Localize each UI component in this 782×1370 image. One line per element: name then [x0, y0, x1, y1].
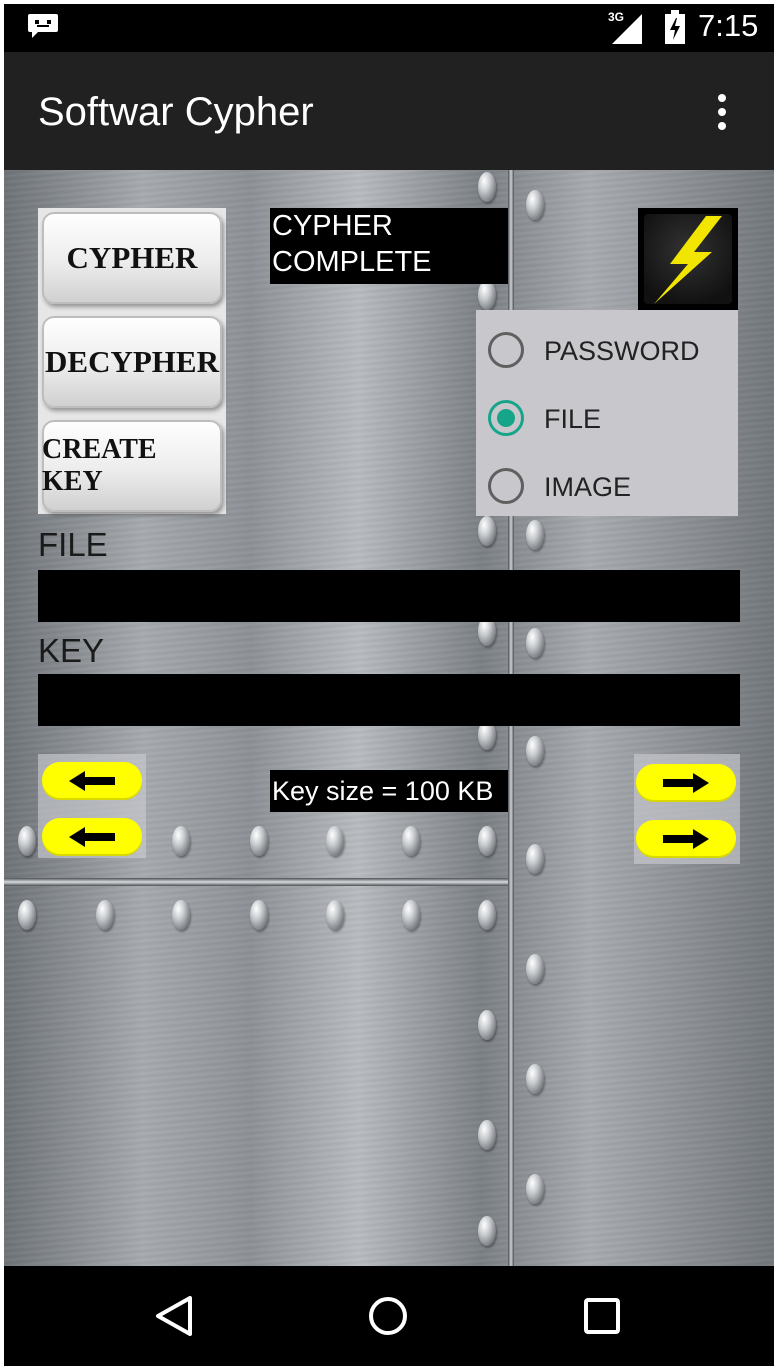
key-size-label: Key size = 100 KB	[270, 770, 508, 812]
radio-circle-checked	[488, 400, 524, 436]
rivet	[326, 900, 344, 930]
rivet	[526, 954, 544, 984]
home-circle-icon[interactable]	[366, 1294, 410, 1338]
rivet	[478, 1120, 496, 1150]
rivet	[526, 1174, 544, 1204]
cypher-button[interactable]: CYPHER	[42, 212, 222, 304]
rivet	[402, 826, 420, 856]
battery-charging-icon	[665, 10, 685, 44]
rivet	[478, 1216, 496, 1246]
rivet	[478, 280, 496, 310]
phone-screen: 3G 7:15 Softwar Cypher CYPHER DECYPHER C…	[4, 4, 774, 1366]
file-prev-button[interactable]	[42, 762, 142, 800]
rivet	[526, 628, 544, 658]
key-next-button[interactable]	[636, 820, 736, 858]
back-triangle-icon[interactable]	[152, 1294, 196, 1338]
horizontal-seam	[4, 878, 508, 886]
rivet	[478, 1010, 496, 1040]
create-key-button[interactable]: CREATE KEY	[42, 420, 222, 512]
file-input[interactable]	[38, 570, 740, 622]
rivet	[478, 826, 496, 856]
rivet	[478, 900, 496, 930]
mode-radio-group: PASSWORD FILE IMAGE	[476, 310, 738, 516]
rivet	[478, 172, 496, 202]
status-line-2: COMPLETE	[272, 246, 432, 278]
radio-label-file: FILE	[544, 404, 602, 434]
app-title: Softwar Cypher	[38, 90, 314, 134]
radio-image[interactable]: IMAGE	[476, 454, 738, 520]
rivet	[172, 900, 190, 930]
rivet	[250, 900, 268, 930]
action-button-panel: CYPHER DECYPHER CREATE KEY	[38, 208, 226, 514]
decypher-button[interactable]: DECYPHER	[42, 316, 222, 408]
status-label: CYPHER COMPLETE	[270, 208, 508, 284]
app-bar: Softwar Cypher	[4, 52, 774, 170]
rivet	[18, 826, 36, 856]
key-input[interactable]	[38, 674, 740, 726]
arrow-left-icon	[69, 771, 115, 791]
messenger-icon	[28, 14, 58, 38]
radio-circle	[488, 468, 524, 504]
rivet	[478, 516, 496, 546]
status-line-1: CYPHER	[272, 210, 393, 242]
arrow-left-icon	[69, 827, 115, 847]
signal-icon	[612, 14, 642, 44]
overflow-menu-icon[interactable]	[704, 92, 740, 132]
rivet	[526, 1064, 544, 1094]
rivet	[172, 826, 190, 856]
rivet	[96, 900, 114, 930]
arrow-right-icon	[663, 829, 709, 849]
file-next-button[interactable]	[636, 764, 736, 802]
arrow-right-icon	[663, 773, 709, 793]
status-bar: 3G 7:15	[4, 4, 774, 52]
clock: 7:15	[698, 8, 759, 43]
recents-square-icon[interactable]	[580, 1294, 624, 1338]
rivet	[526, 190, 544, 220]
file-label: FILE	[38, 526, 108, 563]
execute-button[interactable]	[638, 208, 738, 310]
rivet	[526, 736, 544, 766]
rivet	[526, 520, 544, 550]
key-prev-button[interactable]	[42, 818, 142, 856]
radio-label-password: PASSWORD	[544, 336, 700, 366]
radio-password[interactable]: PASSWORD	[476, 318, 738, 384]
key-label: KEY	[38, 632, 105, 669]
radio-file[interactable]: FILE	[476, 386, 738, 452]
lightning-icon	[654, 216, 722, 304]
radio-circle	[488, 332, 524, 368]
rivet	[250, 826, 268, 856]
rivet	[402, 900, 420, 930]
rivet	[326, 826, 344, 856]
rivet	[18, 900, 36, 930]
navigation-bar	[4, 1266, 774, 1366]
rivet	[526, 844, 544, 874]
radio-label-image: IMAGE	[544, 472, 632, 502]
main-panel: CYPHER DECYPHER CREATE KEY CYPHER COMPLE…	[4, 170, 774, 1266]
